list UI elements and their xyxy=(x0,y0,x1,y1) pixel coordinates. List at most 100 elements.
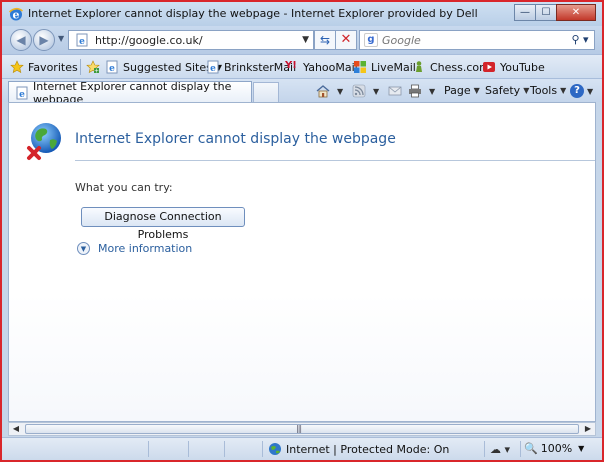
chevron-down-icon: ▼ xyxy=(473,86,480,95)
status-divider xyxy=(262,441,263,457)
mail-icon xyxy=(388,86,402,96)
ie-logo-icon: e xyxy=(8,7,23,22)
yahoo-icon: Y! xyxy=(285,60,297,71)
status-divider xyxy=(520,441,521,457)
favorites-separator xyxy=(80,59,81,75)
address-url[interactable]: http://google.co.uk/ xyxy=(95,34,203,47)
tools-menu-label: Tools xyxy=(530,84,558,97)
maximize-button[interactable]: ☐ xyxy=(535,4,557,21)
scroll-left-arrow[interactable]: ◀ xyxy=(9,423,23,435)
favorites-bar: Favorites + e Suggested Sites ▼ e Brinks… xyxy=(2,54,602,78)
recent-pages-dropdown[interactable]: ▼ xyxy=(58,34,64,43)
more-information-label: More information xyxy=(98,242,193,255)
home-icon xyxy=(316,85,330,98)
back-button[interactable]: ◀ xyxy=(10,29,32,51)
address-dropdown-icon[interactable]: ▼ xyxy=(302,35,309,45)
new-tab-button[interactable] xyxy=(253,82,279,102)
rss-feed-icon xyxy=(352,84,366,98)
fav-label: Suggested Sites xyxy=(123,60,212,74)
youtube-icon xyxy=(483,62,495,72)
chevron-down-icon: ▼ xyxy=(429,86,436,96)
chess-pawn-icon xyxy=(416,61,422,72)
favorites-button[interactable]: Favorites xyxy=(10,59,78,75)
page-content: Internet Explorer cannot display the web… xyxy=(8,102,596,422)
arrow-right-icon: ▶ xyxy=(39,33,49,47)
diagnose-connection-button[interactable]: Diagnose Connection Problems xyxy=(81,207,245,241)
fav-brinkstermail[interactable]: e BrinksterMail xyxy=(206,59,296,75)
internet-globe-icon xyxy=(269,443,281,455)
help-icon: ? xyxy=(570,84,584,98)
chevron-down-icon: ▼ xyxy=(578,444,585,453)
svg-text:e: e xyxy=(79,37,85,47)
security-zone[interactable]: Internet | Protected Mode: On xyxy=(268,442,449,456)
svg-text:+: + xyxy=(94,67,99,74)
safety-menu-label: Safety xyxy=(485,84,521,97)
search-icon: ⚲ ▾ xyxy=(571,33,589,46)
fav-livemail[interactable]: LiveMail xyxy=(353,59,416,75)
security-zone-label: Internet | Protected Mode: On xyxy=(286,442,450,456)
refresh-button[interactable]: ⇆ xyxy=(314,30,336,50)
minimize-button[interactable]: — xyxy=(514,4,536,21)
search-button[interactable]: ⚲ ▾ xyxy=(568,32,592,48)
help-button[interactable]: ? ▼ xyxy=(570,84,593,98)
arrow-left-icon: ◀ xyxy=(16,33,26,47)
status-divider xyxy=(484,441,485,457)
favorites-label: Favorites xyxy=(28,60,78,74)
expand-chevron-icon: ▼ xyxy=(77,242,90,255)
chevron-down-icon: ▼ xyxy=(337,86,344,96)
fav-label: YahooMail xyxy=(303,60,358,74)
scroll-right-arrow[interactable]: ▶ xyxy=(581,423,595,435)
address-toolbar: ◀ ▶ ▼ e http://google.co.uk/ ▼ ⇆ ✕ g Goo… xyxy=(2,26,602,54)
window-title: Internet Explorer cannot display the web… xyxy=(28,7,478,20)
google-icon: g xyxy=(364,33,378,47)
search-input[interactable]: Google xyxy=(382,34,421,47)
feeds-button[interactable]: ▼ xyxy=(352,84,379,98)
svg-text:e: e xyxy=(210,64,216,74)
ie-page-icon: e xyxy=(106,60,118,74)
refresh-icon: ⇆ xyxy=(319,33,331,47)
stop-button[interactable]: ✕ xyxy=(335,30,357,50)
chevron-down-icon: ▼ xyxy=(587,86,594,96)
read-mail-button[interactable] xyxy=(388,84,406,98)
horizontal-scrollbar[interactable]: ◀ ||| ▶ xyxy=(8,422,596,436)
fav-yahoomail[interactable]: Y! YahooMail xyxy=(285,59,358,75)
chevron-down-icon: ▼ xyxy=(523,86,530,95)
close-button[interactable]: ✕ xyxy=(556,4,596,21)
page-menu[interactable]: Page ▼ xyxy=(444,84,480,97)
svg-text:e: e xyxy=(19,90,25,100)
print-button[interactable]: ▼ xyxy=(408,84,435,98)
more-information-link[interactable]: ▼ More information xyxy=(77,242,192,255)
window-controls: — ☐ ✕ xyxy=(514,4,596,21)
fav-label: Chess.com xyxy=(430,60,490,74)
chevron-down-icon: ▼ xyxy=(560,86,567,95)
tab-active[interactable]: e Internet Explorer cannot display the w… xyxy=(8,80,252,106)
safety-menu[interactable]: Safety ▼ xyxy=(485,84,529,97)
try-text: What you can try: xyxy=(75,181,173,194)
status-divider xyxy=(188,441,189,457)
add-favorite-icon: + xyxy=(86,60,100,74)
page-menu-label: Page xyxy=(444,84,471,97)
printer-icon xyxy=(409,84,421,98)
fav-suggested-sites[interactable]: e Suggested Sites ▼ xyxy=(105,59,222,75)
title-bar[interactable]: e Internet Explorer cannot display the w… xyxy=(2,2,602,26)
address-bar[interactable]: e http://google.co.uk/ ▼ xyxy=(68,30,314,50)
forward-button[interactable]: ▶ xyxy=(33,29,55,51)
fav-youtube[interactable]: YouTube xyxy=(482,59,545,75)
windows-flag-icon xyxy=(354,61,366,73)
tools-menu[interactable]: Tools ▼ xyxy=(530,84,566,97)
add-to-favorites-bar-button[interactable]: + xyxy=(86,59,104,75)
popup-blocker-icon[interactable]: ☁ ▾ xyxy=(490,443,510,456)
fav-chess-com[interactable]: Chess.com xyxy=(412,59,490,75)
status-divider xyxy=(224,441,225,457)
globe-error-icon xyxy=(27,123,61,160)
search-box[interactable]: g Google ⚲ ▾ xyxy=(359,30,595,50)
browser-window: e Internet Explorer cannot display the w… xyxy=(0,0,604,462)
zoom-button[interactable]: 🔍 100% ▼ xyxy=(524,442,584,455)
stop-icon: ✕ xyxy=(340,32,352,47)
scrollbar-thumb[interactable]: ||| xyxy=(25,424,579,434)
grip-icon: ||| xyxy=(296,424,302,433)
home-button[interactable]: ▼ xyxy=(316,84,343,98)
tab-bar: e Internet Explorer cannot display the w… xyxy=(2,78,602,106)
svg-text:e: e xyxy=(13,9,20,22)
status-divider xyxy=(148,441,149,457)
